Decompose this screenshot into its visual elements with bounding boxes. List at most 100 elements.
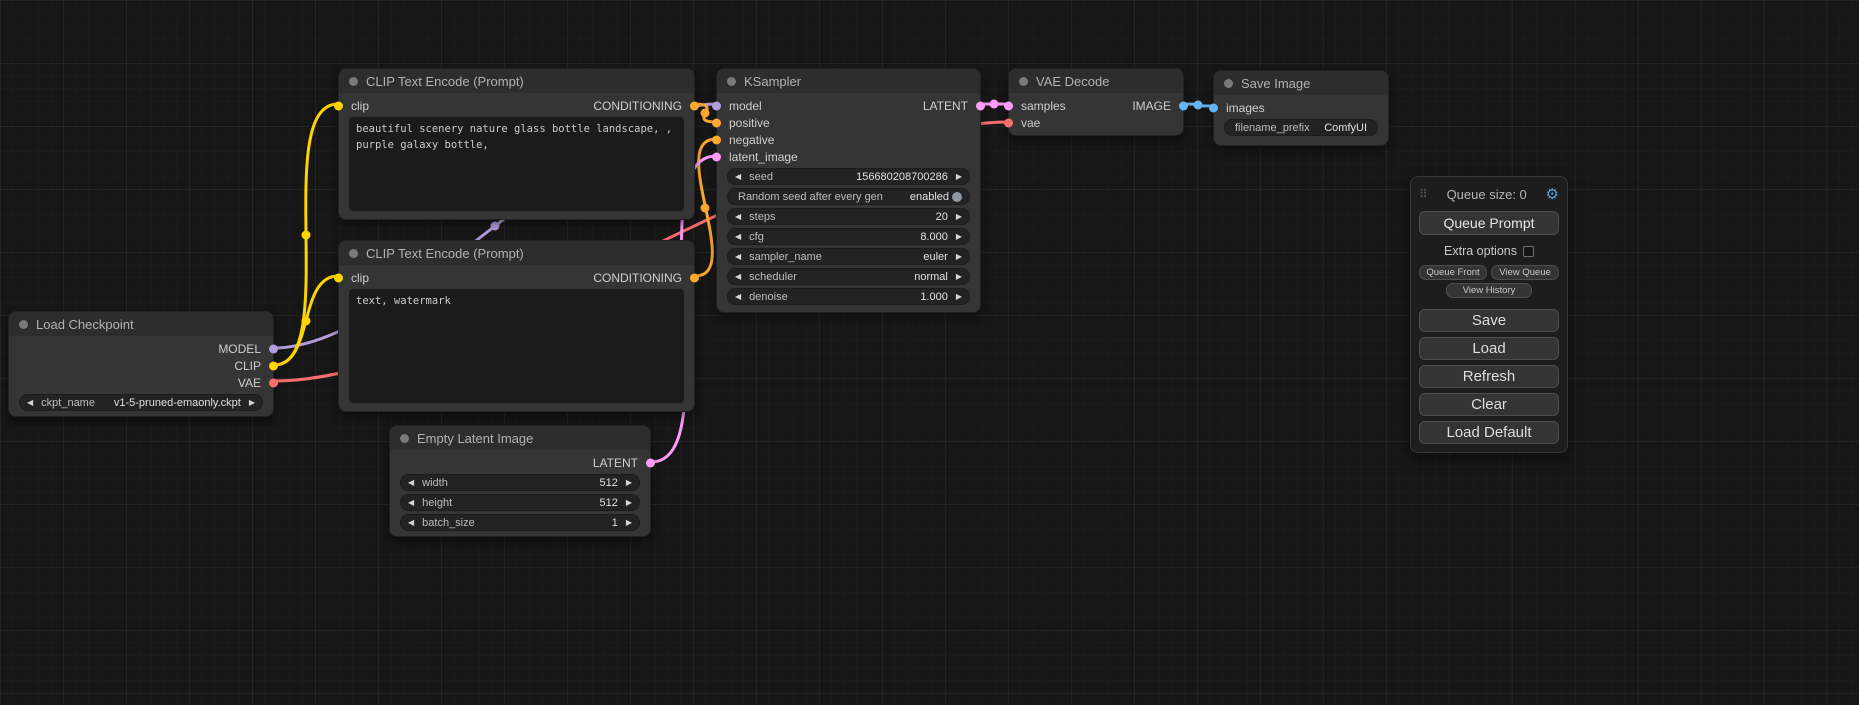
widget-width[interactable]: ◀ width 512 ▶ bbox=[400, 474, 640, 491]
extra-options-row: Extra options bbox=[1419, 244, 1559, 258]
widget-filename-prefix[interactable]: filename_prefix ComfyUI bbox=[1224, 119, 1378, 136]
output-port-latent[interactable] bbox=[646, 458, 655, 467]
decrement-arrow-icon[interactable]: ◀ bbox=[735, 293, 741, 301]
output-port-conditioning[interactable] bbox=[690, 273, 699, 282]
output-port-clip[interactable] bbox=[269, 361, 278, 370]
increment-arrow-icon[interactable]: ▶ bbox=[956, 253, 962, 261]
increment-arrow-icon[interactable]: ▶ bbox=[249, 399, 255, 407]
input-port-clip[interactable] bbox=[334, 101, 343, 110]
input-port-negative[interactable] bbox=[712, 135, 721, 144]
widget-height[interactable]: ◀ height 512 ▶ bbox=[400, 494, 640, 511]
node-save-image-titlebar[interactable]: Save Image bbox=[1214, 71, 1388, 95]
decrement-arrow-icon[interactable]: ◀ bbox=[27, 399, 33, 407]
collapse-dot-icon[interactable] bbox=[1224, 79, 1233, 88]
node-save-image[interactable]: Save Image images filename_prefix ComfyU… bbox=[1213, 70, 1389, 146]
save-button[interactable]: Save bbox=[1419, 309, 1559, 332]
output-port-model[interactable] bbox=[269, 344, 278, 353]
output-label-latent: LATENT bbox=[923, 99, 968, 113]
increment-arrow-icon[interactable]: ▶ bbox=[626, 519, 632, 527]
decrement-arrow-icon[interactable]: ◀ bbox=[735, 273, 741, 281]
output-label-vae: VAE bbox=[238, 376, 261, 390]
node-clip-text-encode-positive[interactable]: CLIP Text Encode (Prompt) clip CONDITION… bbox=[338, 68, 695, 220]
toggle-dot-icon[interactable] bbox=[952, 192, 962, 202]
output-port-latent[interactable] bbox=[976, 101, 985, 110]
node-clip-positive-titlebar[interactable]: CLIP Text Encode (Prompt) bbox=[339, 69, 694, 93]
widget-ckpt-name[interactable]: ◀ ckpt_name v1-5-pruned-emaonly.ckpt ▶ bbox=[19, 394, 263, 411]
refresh-button[interactable]: Refresh bbox=[1419, 365, 1559, 388]
input-port-images[interactable] bbox=[1209, 103, 1218, 112]
decrement-arrow-icon[interactable]: ◀ bbox=[408, 479, 414, 487]
input-port-positive[interactable] bbox=[712, 118, 721, 127]
widget-steps[interactable]: ◀ steps 20 ▶ bbox=[727, 208, 970, 225]
node-empty-latent-image[interactable]: Empty Latent Image LATENT ◀ width 512 ▶ … bbox=[389, 425, 651, 537]
input-port-samples[interactable] bbox=[1004, 101, 1013, 110]
comfy-menu-panel[interactable]: ⠿ Queue size: 0 ⚙ Queue Prompt Extra opt… bbox=[1410, 176, 1568, 453]
node-vae-decode-titlebar[interactable]: VAE Decode bbox=[1009, 69, 1183, 93]
collapse-dot-icon[interactable] bbox=[19, 320, 28, 329]
load-default-button[interactable]: Load Default bbox=[1419, 421, 1559, 444]
port-row: model LATENT bbox=[717, 97, 980, 114]
decrement-arrow-icon[interactable]: ◀ bbox=[735, 173, 741, 181]
drag-handle-icon[interactable]: ⠿ bbox=[1419, 187, 1428, 201]
input-port-clip[interactable] bbox=[334, 273, 343, 282]
input-port-model[interactable] bbox=[712, 101, 721, 110]
widget-scheduler[interactable]: ◀ scheduler normal ▶ bbox=[727, 268, 970, 285]
prompt-textarea[interactable]: text, watermark bbox=[349, 289, 684, 403]
widget-label: filename_prefix bbox=[1235, 122, 1310, 134]
increment-arrow-icon[interactable]: ▶ bbox=[626, 479, 632, 487]
decrement-arrow-icon[interactable]: ◀ bbox=[735, 233, 741, 241]
collapse-dot-icon[interactable] bbox=[349, 77, 358, 86]
load-button[interactable]: Load bbox=[1419, 337, 1559, 360]
output-port-conditioning[interactable] bbox=[690, 101, 699, 110]
widget-label: sampler_name bbox=[749, 251, 822, 263]
output-port-image[interactable] bbox=[1179, 101, 1188, 110]
increment-arrow-icon[interactable]: ▶ bbox=[956, 273, 962, 281]
widget-batch-size[interactable]: ◀ batch_size 1 ▶ bbox=[400, 514, 640, 531]
view-queue-button[interactable]: View Queue bbox=[1491, 265, 1559, 280]
increment-arrow-icon[interactable]: ▶ bbox=[626, 499, 632, 507]
view-history-button[interactable]: View History bbox=[1446, 283, 1533, 298]
widget-value: 1 bbox=[612, 517, 618, 529]
node-empty-latent-titlebar[interactable]: Empty Latent Image bbox=[390, 426, 650, 450]
collapse-dot-icon[interactable] bbox=[349, 249, 358, 258]
increment-arrow-icon[interactable]: ▶ bbox=[956, 213, 962, 221]
node-graph-canvas[interactable]: Load Checkpoint MODEL CLIP VAE ◀ ckpt_na… bbox=[0, 0, 1859, 705]
clear-button[interactable]: Clear bbox=[1419, 393, 1559, 416]
node-load-checkpoint[interactable]: Load Checkpoint MODEL CLIP VAE ◀ ckpt_na… bbox=[8, 311, 274, 417]
node-load-checkpoint-titlebar[interactable]: Load Checkpoint bbox=[9, 312, 273, 336]
input-port-latent-image[interactable] bbox=[712, 152, 721, 161]
collapse-dot-icon[interactable] bbox=[400, 434, 409, 443]
node-title: CLIP Text Encode (Prompt) bbox=[366, 246, 524, 261]
output-row-model: MODEL bbox=[9, 340, 273, 357]
node-vae-decode[interactable]: VAE Decode samples IMAGE vae bbox=[1008, 68, 1184, 136]
extra-options-checkbox[interactable] bbox=[1523, 246, 1534, 257]
node-clip-negative-titlebar[interactable]: CLIP Text Encode (Prompt) bbox=[339, 241, 694, 265]
prompt-textarea[interactable]: beautiful scenery nature glass bottle la… bbox=[349, 117, 684, 211]
node-ksampler-titlebar[interactable]: KSampler bbox=[717, 69, 980, 93]
widget-random-seed-toggle[interactable]: Random seed after every gen enabled bbox=[727, 188, 970, 205]
settings-gear-icon[interactable]: ⚙ bbox=[1546, 185, 1559, 203]
node-clip-text-encode-negative[interactable]: CLIP Text Encode (Prompt) clip CONDITION… bbox=[338, 240, 695, 412]
widget-label: height bbox=[422, 497, 452, 509]
increment-arrow-icon[interactable]: ▶ bbox=[956, 293, 962, 301]
collapse-dot-icon[interactable] bbox=[1019, 77, 1028, 86]
increment-arrow-icon[interactable]: ▶ bbox=[956, 233, 962, 241]
decrement-arrow-icon[interactable]: ◀ bbox=[735, 213, 741, 221]
widget-value: v1-5-pruned-emaonly.ckpt bbox=[114, 397, 241, 409]
output-port-vae[interactable] bbox=[269, 378, 278, 387]
input-port-vae[interactable] bbox=[1004, 118, 1013, 127]
widget-sampler-name[interactable]: ◀ sampler_name euler ▶ bbox=[727, 248, 970, 265]
widget-seed[interactable]: ◀ seed 156680208700286 ▶ bbox=[727, 168, 970, 185]
wire-midpoint-model bbox=[491, 222, 500, 231]
node-ksampler[interactable]: KSampler model LATENT positive negative … bbox=[716, 68, 981, 313]
queue-front-button[interactable]: Queue Front bbox=[1419, 265, 1487, 280]
output-label-conditioning: CONDITIONING bbox=[593, 99, 682, 113]
queue-prompt-button[interactable]: Queue Prompt bbox=[1419, 211, 1559, 235]
decrement-arrow-icon[interactable]: ◀ bbox=[408, 519, 414, 527]
decrement-arrow-icon[interactable]: ◀ bbox=[408, 499, 414, 507]
widget-cfg[interactable]: ◀ cfg 8.000 ▶ bbox=[727, 228, 970, 245]
collapse-dot-icon[interactable] bbox=[727, 77, 736, 86]
widget-denoise[interactable]: ◀ denoise 1.000 ▶ bbox=[727, 288, 970, 305]
decrement-arrow-icon[interactable]: ◀ bbox=[735, 253, 741, 261]
increment-arrow-icon[interactable]: ▶ bbox=[956, 173, 962, 181]
